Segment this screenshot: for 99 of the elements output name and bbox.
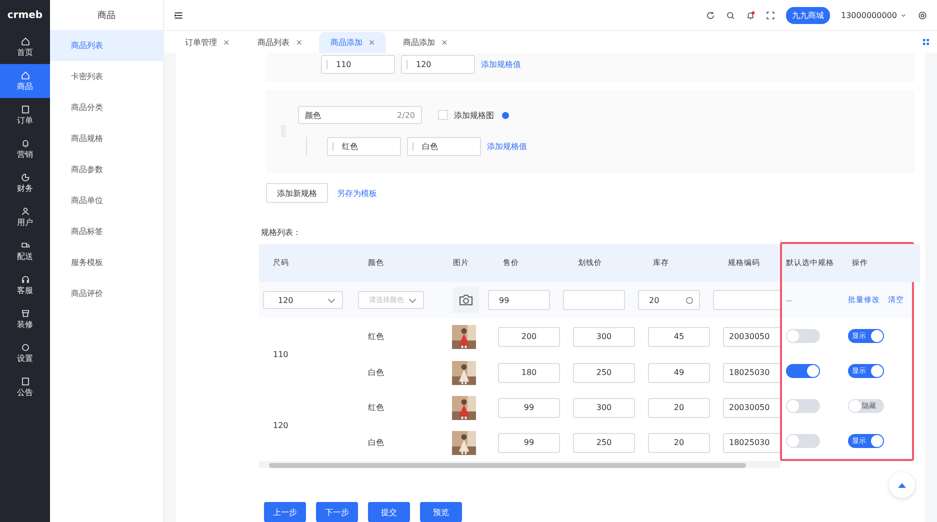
stock-input[interactable]: 20 [638,290,700,310]
submenu-item[interactable]: 商品评价 [50,278,163,309]
nav-item[interactable]: 订单 [0,98,50,132]
close-icon[interactable]: × [296,38,302,47]
nav-item[interactable]: 客服 [0,268,50,302]
footer-button[interactable]: 提交 [368,502,410,522]
nav-item[interactable]: 配送 [0,234,50,268]
original-price-input[interactable]: 250 [573,432,635,452]
user-menu[interactable]: 13000000000 [841,10,897,20]
default-toggle[interactable] [786,364,820,378]
add-value-link[interactable]: 添加规格值 [481,59,521,70]
stock-input[interactable]: 20 [648,398,710,418]
spec-value-field[interactable]: 120 [401,55,475,74]
page-tab[interactable]: 商品列表 × [246,32,314,53]
add-spec-button[interactable]: 添加新规格 [266,183,328,203]
page-tab[interactable]: 商品添加 × [319,32,386,53]
store-badge[interactable]: 九九商城 [786,6,830,24]
headset-icon [20,274,30,284]
color-value: 白色 [368,367,384,378]
close-icon[interactable]: × [368,38,376,47]
search-icon[interactable] [726,10,735,20]
original-price-input[interactable]: 300 [573,398,635,418]
submenu-item[interactable]: 服务模板 [50,247,163,278]
footer-button[interactable]: 预览 [420,502,462,522]
nav-item[interactable]: 商品 [0,64,50,98]
color-value: 红色 [368,331,384,342]
camera-icon[interactable] [453,287,479,313]
submenu-item[interactable]: 商品分类 [50,92,163,123]
original-price-input[interactable] [563,290,625,310]
horizontal-scrollbar[interactable] [259,461,780,468]
code-input[interactable]: 20030050 [723,326,780,346]
price-input[interactable]: 99 [488,290,550,310]
empty-value: -- [786,296,792,304]
chevron-down-icon[interactable] [900,12,907,18]
stock-input[interactable]: 45 [648,326,710,346]
spec-name-field[interactable]: 颜色 2/20 [298,106,422,124]
section-title: 商品 [96,10,116,22]
default-toggle[interactable] [786,398,820,412]
stock-input[interactable]: 20 [648,432,710,452]
code-input[interactable]: 18025030 [723,432,780,452]
refresh-icon[interactable] [706,10,715,20]
info-icon [502,112,509,119]
page-tab[interactable]: 订单管理 × [174,32,241,53]
code-input[interactable] [713,290,780,310]
triangle-up-icon [898,482,906,488]
size-value: 120 [273,420,288,430]
user-icon [20,206,30,216]
footer-button[interactable]: 上一步 [264,502,306,522]
home-icon [20,36,30,46]
color-value: 红色 [368,402,384,413]
size-select[interactable]: 120 [263,291,343,309]
submenu-item[interactable]: 商品列表 [50,30,163,61]
spec-value-field[interactable]: 110 [321,55,395,74]
close-icon[interactable]: × [441,38,448,47]
spec-value-field[interactable]: 白色 [407,137,481,156]
close-icon[interactable]: × [223,38,230,47]
page-tab[interactable]: 商品添加 × [392,32,459,53]
price-input[interactable]: 200 [498,326,560,346]
nav-item[interactable]: 财务 [0,166,50,200]
default-toggle[interactable] [786,328,820,342]
price-input[interactable]: 99 [498,398,560,418]
fullscreen-icon[interactable] [766,10,775,20]
submenu-item[interactable]: 商品标签 [50,216,163,247]
table-title: 规格列表： [261,227,302,238]
submenu-item[interactable]: 商品单位 [50,185,163,216]
submenu-item[interactable]: 商品规格 [50,123,163,154]
bell-icon[interactable] [746,10,755,20]
original-price-input[interactable]: 250 [573,362,635,382]
nav-item[interactable]: 用户 [0,200,50,234]
color-value: 白色 [368,437,384,448]
checkbox[interactable] [438,110,448,120]
size-value: 110 [273,350,288,358]
doc-icon [20,104,30,114]
nav-item[interactable]: 公告 [0,370,50,404]
truck-icon [20,240,30,250]
logo[interactable]: crmeb [0,0,50,30]
pie-icon [20,172,30,182]
nav-item[interactable]: 首页 [0,30,50,64]
default-toggle[interactable] [786,434,820,448]
submenu-item[interactable]: 卡密列表 [50,61,163,92]
footer-button[interactable]: 下一步 [316,502,358,522]
nav-item[interactable]: 营销 [0,132,50,166]
price-input[interactable]: 180 [498,362,560,382]
nav-item[interactable]: 装修 [0,302,50,336]
save-template-link[interactable]: 另存为模板 [337,188,377,198]
menu-icon[interactable] [174,10,183,20]
checkbox-label: 添加规格图 [454,110,494,121]
spec-value-field[interactable]: 红色 [327,137,401,156]
submenu-item[interactable]: 商品参数 [50,154,163,185]
bell-icon [20,138,30,148]
add-value-link[interactable]: 添加规格值 [487,141,527,152]
grid-icon[interactable] [923,39,929,45]
settings-icon[interactable] [918,10,927,20]
code-input[interactable]: 20030050 [723,398,780,418]
price-input[interactable]: 99 [498,432,560,452]
stock-input[interactable]: 49 [648,362,710,382]
nav-item[interactable]: 设置 [0,336,50,370]
code-input[interactable]: 18025030 [723,362,780,382]
original-price-input[interactable]: 300 [573,326,635,346]
